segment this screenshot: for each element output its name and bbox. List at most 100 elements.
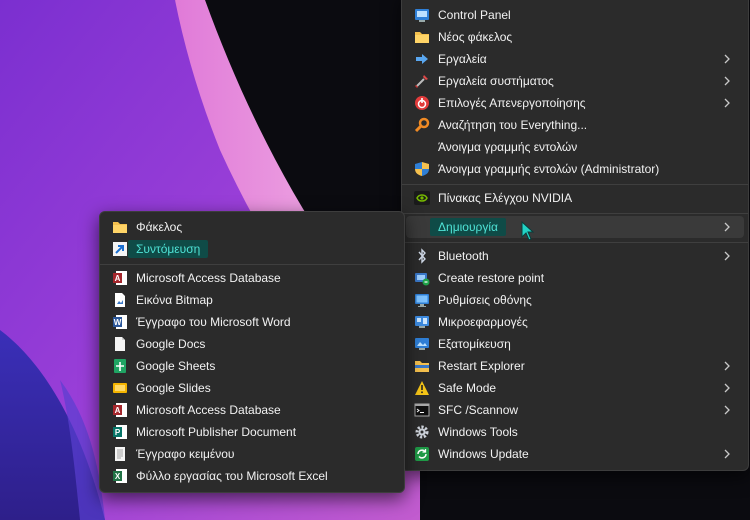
publisher-icon: P [112, 424, 128, 440]
menu-item-9[interactable]: Δημιουργία [406, 216, 744, 238]
widgets-icon [414, 314, 430, 330]
chevron-right-icon [720, 356, 734, 376]
submenu-item-microsoft-word[interactable]: W Έγγραφο του Microsoft Word [104, 311, 400, 333]
menu-item-windows-tools[interactable]: Windows Tools [406, 421, 744, 443]
menu-item-6[interactable]: Άνοιγμα γραμμής εντολών [406, 136, 744, 158]
menu-item-12[interactable]: Ρυθμίσεις οθόνης [406, 289, 744, 311]
svg-text:X: X [115, 472, 121, 481]
chevron-right-icon [720, 246, 734, 266]
menu-item-label: Μικροεφαρμογές [438, 315, 528, 329]
menu-item-3[interactable]: Εργαλεία συστήματος [406, 70, 744, 92]
menu-item-label: Google Slides [136, 381, 211, 395]
svg-text:P: P [115, 428, 121, 437]
submenu-item-10[interactable]: Έγγραφο κειμένου [104, 443, 400, 465]
svg-text:W: W [114, 318, 122, 327]
gear-icon [414, 424, 430, 440]
menu-item-label: Ρυθμίσεις οθόνης [438, 293, 532, 307]
menu-item-13[interactable]: Μικροεφαρμογές [406, 311, 744, 333]
menu-item-label: Restart Explorer [438, 359, 525, 373]
menu-item-sfc-scannow[interactable]: SFC /Scannow [406, 399, 744, 421]
menu-item-label: Google Docs [136, 337, 206, 351]
menu-item-label: Εργαλεία [438, 52, 487, 66]
google-sheets-icon [112, 358, 128, 374]
menu-item-label: Windows Update [438, 447, 529, 461]
menu-item-label: Φάκελος [136, 220, 183, 234]
svg-text:A: A [115, 406, 121, 415]
access-icon: A [112, 270, 128, 286]
display-icon [414, 292, 430, 308]
menu-item-safe-mode[interactable]: Safe Mode [406, 377, 744, 399]
chevron-right-icon [720, 93, 734, 113]
menu-item-label: Create restore point [438, 271, 545, 285]
menu-item-label: Έγγραφο κειμένου [136, 447, 235, 461]
mouse-cursor-icon [521, 221, 535, 241]
arrow-right-icon [414, 51, 430, 67]
google-slides-icon [112, 380, 128, 396]
control-panel-icon [414, 7, 430, 23]
menu-item-label: Έγγραφο του Microsoft Word [136, 315, 291, 329]
chevron-right-icon [720, 444, 734, 464]
menu-item-label: Bluetooth [438, 249, 489, 263]
folder-icon [112, 219, 128, 235]
menu-item-bluetooth[interactable]: Bluetooth [406, 245, 744, 267]
submenu-item-0[interactable]: Φάκελος [104, 216, 400, 238]
submenu-item-bitmap[interactable]: Εικόνα Bitmap [104, 289, 400, 311]
menu-item-control-panel[interactable]: Control Panel [406, 4, 744, 26]
menu-item-1[interactable]: Νέος φάκελος [406, 26, 744, 48]
menu-item-everything[interactable]: Αναζήτηση του Everything... [406, 114, 744, 136]
text-document-icon [112, 446, 128, 462]
chevron-right-icon [720, 49, 734, 69]
submenu-item-google-sheets[interactable]: Google Sheets [104, 355, 400, 377]
bitmap-icon [112, 292, 128, 308]
update-icon [414, 446, 430, 462]
cmd-icon [414, 402, 430, 418]
chevron-right-icon [720, 378, 734, 398]
svg-text:A: A [115, 274, 121, 283]
folder-icon [414, 29, 430, 45]
nvidia-icon [414, 190, 430, 206]
magnifier-icon [414, 117, 430, 133]
new-submenu: Φάκελος Συντόμευση A Microsoft Access Datab… [99, 211, 405, 493]
menu-separator [100, 264, 404, 265]
chevron-right-icon [720, 71, 734, 91]
blank-icon [414, 219, 430, 235]
menu-item-label: Επιλογές Απενεργοποίησης [438, 96, 586, 110]
menu-item-create-restore-point[interactable]: Create restore point [406, 267, 744, 289]
submenu-item-microsoft-excel[interactable]: X Φύλλο εργασίας του Microsoft Excel [104, 465, 400, 487]
submenu-item-google-slides[interactable]: Google Slides [104, 377, 400, 399]
warning-icon [414, 380, 430, 396]
submenu-item-google-docs[interactable]: Google Docs [104, 333, 400, 355]
submenu-item-microsoft-publisher-document[interactable]: P Microsoft Publisher Document [104, 421, 400, 443]
chevron-right-icon [720, 400, 734, 420]
menu-item-label: SFC /Scannow [438, 403, 519, 417]
menu-item-administrator[interactable]: Άνοιγμα γραμμής εντολών (Administrator) [406, 158, 744, 180]
google-docs-icon [112, 336, 128, 352]
menu-item-label: Microsoft Access Database [136, 403, 281, 417]
menu-item-4[interactable]: Επιλογές Απενεργοποίησης [406, 92, 744, 114]
menu-item-restart-explorer[interactable]: Restart Explorer [406, 355, 744, 377]
submenu-item-microsoft-access-database[interactable]: A Microsoft Access Database [104, 267, 400, 289]
tools-icon [414, 73, 430, 89]
context-menu: Control Panel Νέος φάκελος Εργαλεία Εργαλεί… [401, 0, 749, 471]
menu-item-label: Άνοιγμα γραμμής εντολών [438, 140, 578, 154]
menu-item-label: Safe Mode [438, 381, 497, 395]
menu-item-label: Άνοιγμα γραμμής εντολών (Administrator) [438, 162, 660, 176]
menu-separator [402, 213, 748, 214]
submenu-item-1[interactable]: Συντόμευση [104, 238, 400, 260]
menu-item-label: Windows Tools [438, 425, 518, 439]
menu-item-2[interactable]: Εργαλεία [406, 48, 744, 70]
menu-item-14[interactable]: Εξατομίκευση [406, 333, 744, 355]
menu-item-nvidia[interactable]: Πίνακας Ελέγχου NVIDIA [406, 187, 744, 209]
word-icon: W [112, 314, 128, 330]
menu-item-label: Εικόνα Bitmap [136, 293, 213, 307]
submenu-item-microsoft-access-database[interactable]: A Microsoft Access Database [104, 399, 400, 421]
menu-item-windows-update[interactable]: Windows Update [406, 443, 744, 465]
chevron-right-icon [720, 217, 734, 237]
menu-separator [402, 242, 748, 243]
menu-item-label: Εξατομίκευση [438, 337, 511, 351]
menu-item-label: Control Panel [438, 8, 511, 22]
personalize-icon [414, 336, 430, 352]
menu-item-label: Αναζήτηση του Everything... [438, 118, 588, 132]
menu-item-label: Νέος φάκελος [438, 30, 513, 44]
menu-item-label: Συντόμευση [128, 240, 209, 258]
